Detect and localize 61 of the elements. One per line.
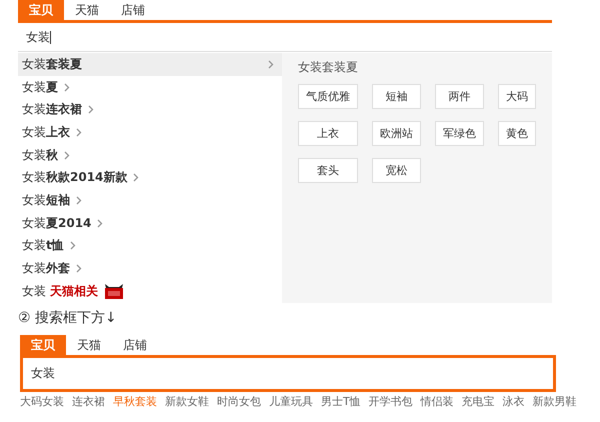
search-tab[interactable]: 天猫 — [64, 0, 110, 20]
suggestion-text: 女装秋 — [22, 146, 58, 164]
tag-chip[interactable]: 欧洲站 — [372, 121, 421, 146]
chevron-icon — [133, 173, 140, 182]
hot-word-link[interactable]: 充电宝 — [462, 396, 495, 408]
hot-word-link[interactable]: 连衣裙 — [72, 396, 105, 408]
hot-word-link[interactable]: 泳衣 — [502, 396, 525, 408]
tag-chip[interactable]: 黄色 — [498, 121, 536, 146]
suggestion-item[interactable]: 女装连衣裙 — [18, 98, 282, 122]
suggestion-item[interactable]: 女装t恤 — [18, 234, 282, 258]
tag-chip[interactable]: 短袖 — [372, 84, 421, 109]
tag-chip[interactable]: 气质优雅 — [298, 84, 358, 109]
hot-word-link[interactable]: 男士T恤 — [321, 396, 361, 408]
chevron-icon — [76, 264, 82, 274]
chevron-icon — [64, 82, 70, 92]
suggestion-item[interactable]: 女装秋款2014新款 — [18, 166, 282, 190]
suggestion-text: 女装t恤 — [22, 237, 64, 254]
suggestion-text: 女装套装夏 — [22, 56, 82, 73]
tag-chip[interactable]: 大码 — [498, 84, 536, 109]
chevron-icon — [76, 196, 82, 205]
search-tab[interactable]: 店铺 — [110, 0, 156, 20]
hot-word-link[interactable]: 大码女装 — [20, 396, 64, 408]
suggestion-item[interactable]: 女装夏2014 — [18, 212, 282, 234]
hot-word-link[interactable]: 新款男鞋 — [532, 396, 577, 408]
suggestion-item[interactable]: 女装外套 — [18, 257, 282, 280]
suggestion-text: 女装上衣 — [22, 124, 70, 141]
chevron-icon — [88, 105, 94, 114]
chevron-icon — [70, 241, 76, 250]
chevron-icon — [268, 60, 274, 69]
suggestion-item[interactable]: 女装套装夏 — [18, 53, 282, 76]
suggestion-text: 女装夏 — [22, 78, 58, 96]
caption-text: ② 搜索框下方↓ — [17, 309, 118, 327]
cat-badge-icon — [104, 283, 124, 300]
suggestion-item[interactable]: 女装秋 — [18, 144, 282, 166]
chevron-icon — [64, 150, 70, 160]
suggestion-text: 女装秋款2014新款 — [22, 169, 128, 186]
tag-chip[interactable]: 宽松 — [372, 158, 421, 183]
suggestion-item[interactable]: 女装上衣 — [18, 121, 282, 144]
hot-word-link[interactable]: 儿童玩具 — [269, 396, 313, 408]
chevron-icon — [97, 218, 104, 228]
tag-chip[interactable]: 军绿色 — [435, 121, 484, 146]
suggestion-item[interactable]: 女装夏 — [18, 76, 282, 98]
hot-word-link[interactable]: 开学书包 — [368, 396, 413, 408]
suggestion-text: 女装夏2014 — [22, 214, 92, 232]
suggestion-item[interactable]: 女装 天猫相关 — [18, 280, 282, 303]
suggestion-text: 女装外套 — [22, 260, 70, 278]
search-tab[interactable]: 店铺 — [112, 335, 158, 355]
suggestion-item[interactable]: 女装短袖 — [18, 189, 282, 212]
tag-chip[interactable]: 套头 — [298, 158, 358, 183]
search-field[interactable]: 女装 — [20, 358, 556, 392]
suggestion-text: 女装短袖 — [22, 192, 70, 209]
suggestion-text: 女装 天猫相关 — [22, 282, 98, 300]
search-tab[interactable]: 天猫 — [66, 335, 112, 355]
hot-word-link[interactable]: 时尚女包 — [217, 396, 261, 408]
hot-word-link[interactable]: 新款女鞋 — [165, 396, 209, 408]
hot-word-link[interactable]: 情侣装 — [420, 396, 454, 408]
tag-chip[interactable]: 上衣 — [298, 121, 358, 146]
panel-title: 女装套装夏 — [298, 59, 359, 76]
tag-chip[interactable]: 两件 — [435, 84, 484, 109]
chevron-icon — [76, 128, 82, 137]
suggestion-text: 女装连衣裙 — [22, 101, 82, 118]
